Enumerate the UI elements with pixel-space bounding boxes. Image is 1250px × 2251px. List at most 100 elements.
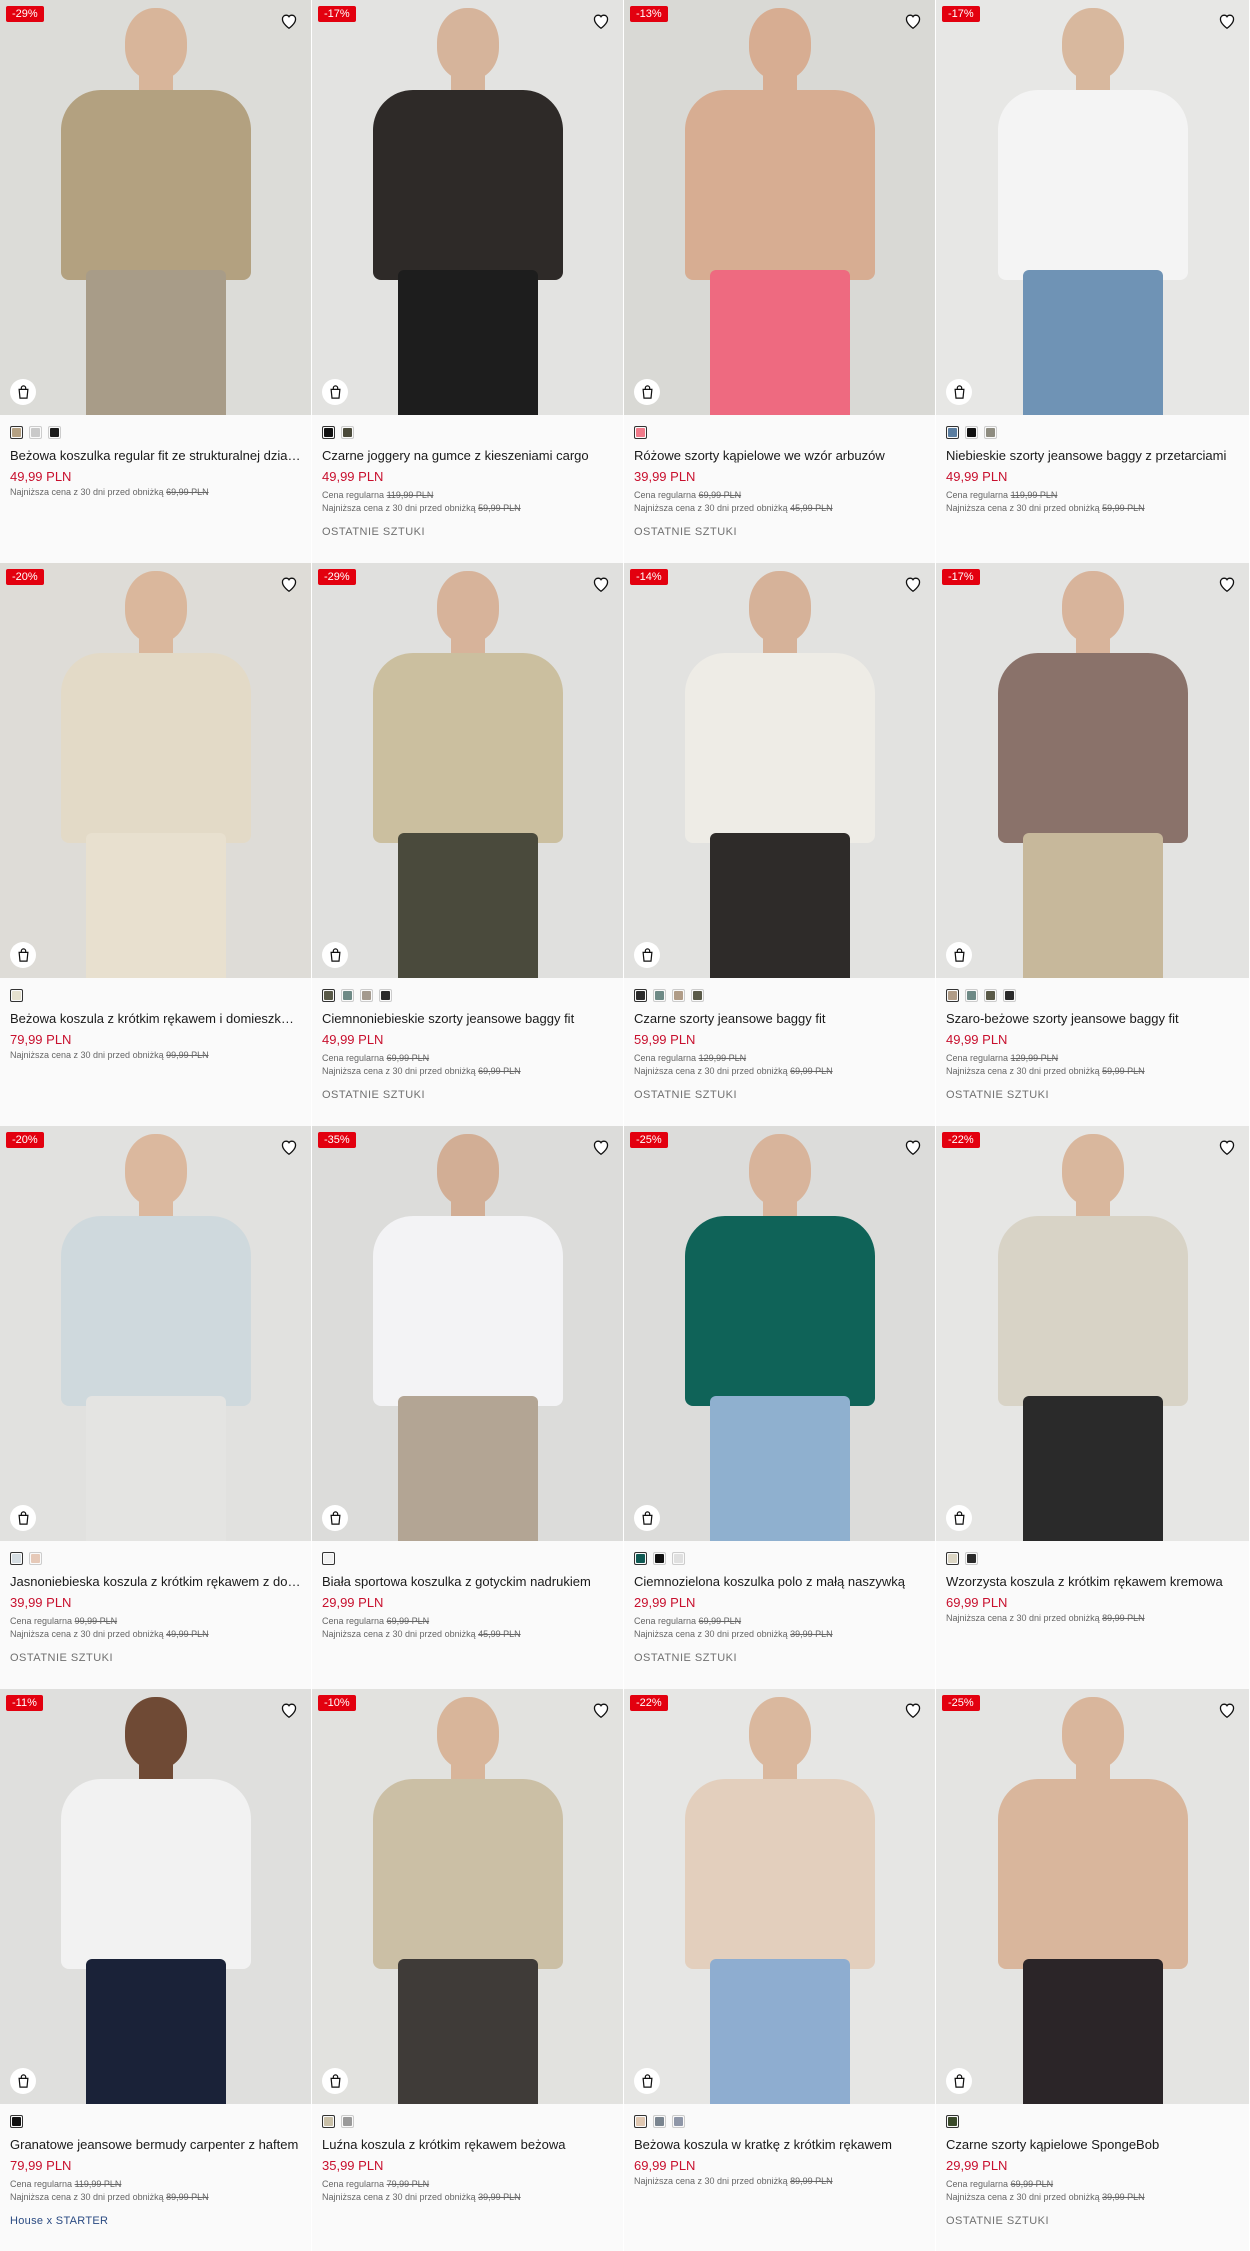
wishlist-heart-icon[interactable] <box>591 1137 611 1157</box>
color-swatch[interactable] <box>965 426 978 439</box>
color-swatch[interactable] <box>1003 989 1016 1002</box>
product-image[interactable]: -29% <box>312 563 623 978</box>
color-swatch[interactable] <box>984 989 997 1002</box>
wishlist-heart-icon[interactable] <box>903 11 923 31</box>
product-image[interactable]: -35% <box>312 1126 623 1541</box>
add-to-bag-icon[interactable] <box>946 942 972 968</box>
product-name[interactable]: Czarne szorty kąpielowe SpongeBob <box>946 2137 1239 2153</box>
color-swatch[interactable] <box>634 989 647 1002</box>
product-card[interactable]: -25% Czarne szorty kąpielowe SpongeBob 2… <box>936 1689 1250 2251</box>
product-name[interactable]: Biała sportowa koszulka z gotyckim nadru… <box>322 1574 613 1590</box>
product-card[interactable]: -13% Różowe szorty kąpielowe we wzór arb… <box>624 0 936 563</box>
add-to-bag-icon[interactable] <box>946 2068 972 2094</box>
color-swatch[interactable] <box>634 2115 647 2128</box>
color-swatch[interactable] <box>653 989 666 1002</box>
add-to-bag-icon[interactable] <box>10 2068 36 2094</box>
wishlist-heart-icon[interactable] <box>279 1137 299 1157</box>
product-card[interactable]: -25% Ciemnozielona koszulka polo z małą … <box>624 1126 936 1689</box>
product-image[interactable]: -14% <box>624 563 935 978</box>
product-name[interactable]: Różowe szorty kąpielowe we wzór arbuzów <box>634 448 925 464</box>
product-card[interactable]: -10% Luźna koszula z krótkim rękawem beż… <box>312 1689 624 2251</box>
color-swatch[interactable] <box>10 2115 23 2128</box>
product-card[interactable]: -14% Czarne szorty jeansowe baggy fit 59… <box>624 563 936 1126</box>
product-image[interactable]: -13% <box>624 0 935 415</box>
color-swatch[interactable] <box>946 426 959 439</box>
product-name[interactable]: Czarne szorty jeansowe baggy fit <box>634 1011 925 1027</box>
product-name[interactable]: Niebieskie szorty jeansowe baggy z przet… <box>946 448 1239 464</box>
add-to-bag-icon[interactable] <box>322 1505 348 1531</box>
product-name[interactable]: Ciemnozielona koszulka polo z małą naszy… <box>634 1574 925 1590</box>
product-image[interactable]: -17% <box>936 0 1249 415</box>
add-to-bag-icon[interactable] <box>634 379 660 405</box>
add-to-bag-icon[interactable] <box>322 942 348 968</box>
add-to-bag-icon[interactable] <box>634 942 660 968</box>
product-name[interactable]: Granatowe jeansowe bermudy carpenter z h… <box>10 2137 301 2153</box>
add-to-bag-icon[interactable] <box>634 2068 660 2094</box>
product-name[interactable]: Beżowa koszula z krótkim rękawem i domie… <box>10 1011 301 1027</box>
product-card[interactable]: -35% Biała sportowa koszulka z gotyckim … <box>312 1126 624 1689</box>
wishlist-heart-icon[interactable] <box>903 574 923 594</box>
product-card[interactable]: -22% Beżowa koszula w kratkę z krótkim r… <box>624 1689 936 2251</box>
product-name[interactable]: Czarne joggery na gumce z kieszeniami ca… <box>322 448 613 464</box>
product-image[interactable]: -10% <box>312 1689 623 2104</box>
wishlist-heart-icon[interactable] <box>591 574 611 594</box>
color-swatch[interactable] <box>322 2115 335 2128</box>
product-image[interactable]: -20% <box>0 1126 311 1541</box>
product-image[interactable]: -11% <box>0 1689 311 2104</box>
color-swatch[interactable] <box>946 2115 959 2128</box>
color-swatch[interactable] <box>29 426 42 439</box>
color-swatch[interactable] <box>10 989 23 1002</box>
product-image[interactable]: -25% <box>624 1126 935 1541</box>
color-swatch[interactable] <box>965 989 978 1002</box>
wishlist-heart-icon[interactable] <box>279 574 299 594</box>
wishlist-heart-icon[interactable] <box>1217 1700 1237 1720</box>
color-swatch[interactable] <box>379 989 392 1002</box>
color-swatch[interactable] <box>691 989 704 1002</box>
wishlist-heart-icon[interactable] <box>903 1700 923 1720</box>
add-to-bag-icon[interactable] <box>10 1505 36 1531</box>
color-swatch[interactable] <box>634 426 647 439</box>
color-swatch[interactable] <box>10 1552 23 1565</box>
add-to-bag-icon[interactable] <box>10 379 36 405</box>
wishlist-heart-icon[interactable] <box>1217 11 1237 31</box>
product-card[interactable]: -29% Ciemnoniebieskie szorty jeansowe ba… <box>312 563 624 1126</box>
add-to-bag-icon[interactable] <box>10 942 36 968</box>
product-card[interactable]: -20% Jasnoniebieska koszula z krótkim rę… <box>0 1126 312 1689</box>
color-swatch[interactable] <box>946 989 959 1002</box>
product-image[interactable]: -20% <box>0 563 311 978</box>
product-card[interactable]: -17% Czarne joggery na gumce z kieszenia… <box>312 0 624 563</box>
add-to-bag-icon[interactable] <box>946 1505 972 1531</box>
color-swatch[interactable] <box>672 1552 685 1565</box>
color-swatch[interactable] <box>29 1552 42 1565</box>
product-card[interactable]: -11% Granatowe jeansowe bermudy carpente… <box>0 1689 312 2251</box>
color-swatch[interactable] <box>322 1552 335 1565</box>
color-swatch[interactable] <box>322 426 335 439</box>
product-image[interactable]: -22% <box>624 1689 935 2104</box>
color-swatch[interactable] <box>946 1552 959 1565</box>
color-swatch[interactable] <box>10 426 23 439</box>
product-image[interactable]: -25% <box>936 1689 1249 2104</box>
product-card[interactable]: -17% Niebieskie szorty jeansowe baggy z … <box>936 0 1250 563</box>
product-image[interactable]: -17% <box>936 563 1249 978</box>
wishlist-heart-icon[interactable] <box>591 11 611 31</box>
color-swatch[interactable] <box>341 989 354 1002</box>
product-name[interactable]: Beżowa koszulka regular fit ze struktura… <box>10 448 301 464</box>
add-to-bag-icon[interactable] <box>322 2068 348 2094</box>
product-card[interactable]: -20% Beżowa koszula z krótkim rękawem i … <box>0 563 312 1126</box>
color-swatch[interactable] <box>341 2115 354 2128</box>
color-swatch[interactable] <box>653 2115 666 2128</box>
color-swatch[interactable] <box>48 426 61 439</box>
color-swatch[interactable] <box>965 1552 978 1565</box>
product-card[interactable]: -22% Wzorzysta koszula z krótkim rękawem… <box>936 1126 1250 1689</box>
color-swatch[interactable] <box>341 426 354 439</box>
product-name[interactable]: Ciemnoniebieskie szorty jeansowe baggy f… <box>322 1011 613 1027</box>
product-image[interactable]: -29% <box>0 0 311 415</box>
color-swatch[interactable] <box>672 2115 685 2128</box>
color-swatch[interactable] <box>672 989 685 1002</box>
color-swatch[interactable] <box>360 989 373 1002</box>
product-card[interactable]: -29% Beżowa koszulka regular fit ze stru… <box>0 0 312 563</box>
color-swatch[interactable] <box>984 426 997 439</box>
product-image[interactable]: -17% <box>312 0 623 415</box>
wishlist-heart-icon[interactable] <box>591 1700 611 1720</box>
product-card[interactable]: -17% Szaro-beżowe szorty jeansowe baggy … <box>936 563 1250 1126</box>
